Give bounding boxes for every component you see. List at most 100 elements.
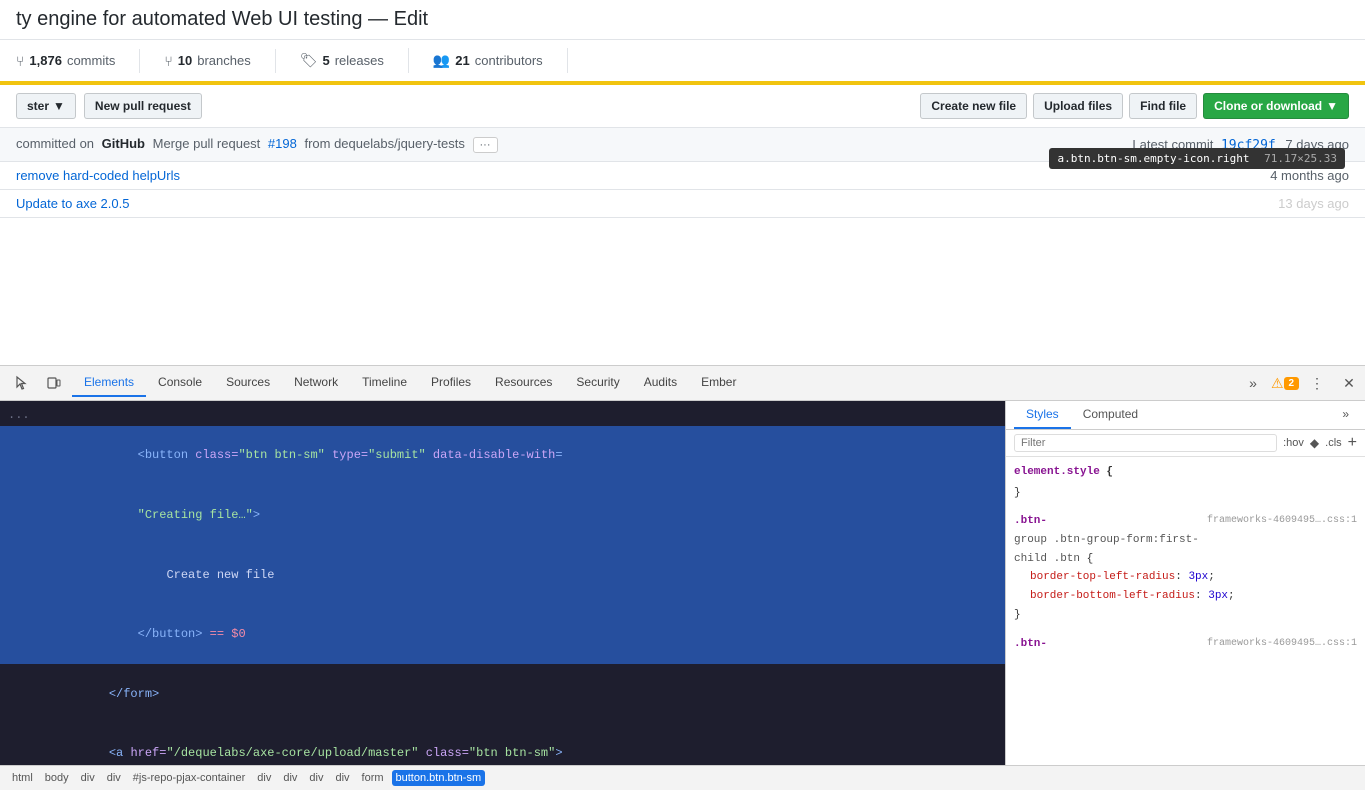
create-file-label: Create new file xyxy=(931,99,1016,113)
styles-tab-styles[interactable]: Styles xyxy=(1014,401,1071,429)
inspect-tools xyxy=(4,369,72,397)
find-file-button[interactable]: Find file xyxy=(1129,93,1197,119)
tab-timeline[interactable]: Timeline xyxy=(350,369,419,397)
upload-files-button[interactable]: Upload files xyxy=(1033,93,1123,119)
commit-info-left: committed on GitHub Merge pull request #… xyxy=(16,136,498,153)
style-source-2[interactable]: frameworks-4609495….css:1 xyxy=(1207,635,1357,652)
tab-security[interactable]: Security xyxy=(564,369,631,397)
file-time-2: 13 days ago xyxy=(1278,196,1349,211)
commit-ellipsis[interactable]: ··· xyxy=(473,137,498,153)
breadcrumb-div-1[interactable]: div xyxy=(77,770,99,786)
styles-tab-more[interactable]: » xyxy=(1334,401,1357,429)
style-prop-border-top: border-top-left-radius: 3px; xyxy=(1014,568,1357,587)
btn-selector-2: .btn- xyxy=(1014,635,1047,654)
pr-link[interactable]: #198 xyxy=(268,136,297,151)
more-options-button[interactable]: ⋮ xyxy=(1305,371,1329,395)
commits-stat[interactable]: ⑂ 1,876 commits xyxy=(0,49,140,73)
breadcrumb-form[interactable]: form xyxy=(358,770,388,786)
style-rule-btn-2: .btn- frameworks-4609495….css:1 xyxy=(1014,635,1357,656)
tab-ember[interactable]: Ember xyxy=(689,369,748,397)
style-prop-border-bottom: border-bottom-left-radius: 3px; xyxy=(1014,587,1357,606)
find-file-label: Find file xyxy=(1140,99,1186,113)
page-title: ty engine for automated Web UI testing —… xyxy=(0,0,1365,40)
breadcrumb-div-4[interactable]: div xyxy=(279,770,301,786)
clone-label: Clone or download xyxy=(1214,99,1322,113)
breadcrumb-html[interactable]: html xyxy=(8,770,37,786)
devtools-panel: Elements Console Sources Network Timelin… xyxy=(0,365,1365,790)
element-style-selector: element.style { xyxy=(1014,463,1357,482)
more-tabs-button[interactable]: » xyxy=(1241,371,1265,395)
styles-tab-computed[interactable]: Computed xyxy=(1071,401,1150,429)
branches-count: 10 xyxy=(178,53,192,68)
branches-label: branches xyxy=(197,53,250,68)
html-line-button-attr[interactable]: "Creating file…"> xyxy=(0,486,1005,546)
html-panel[interactable]: ... <button class="btn btn-sm" type="sub… xyxy=(0,401,1005,765)
close-devtools-button[interactable]: ✕ xyxy=(1337,371,1361,395)
html-line-upload-open: <a href="/dequelabs/axe-core/upload/mast… xyxy=(0,724,1005,765)
action-bar-left: ster ▼ New pull request xyxy=(16,93,912,119)
commit-prefix: committed on xyxy=(16,136,94,151)
clone-or-download-button[interactable]: Clone or download ▼ xyxy=(1203,93,1349,119)
filter-cls-button[interactable]: .cls xyxy=(1325,437,1342,449)
filter-hov-button[interactable]: :hov xyxy=(1283,437,1304,449)
tab-audits[interactable]: Audits xyxy=(632,369,689,397)
contributors-stat[interactable]: 👥 21 contributors xyxy=(409,48,568,73)
breadcrumb-body[interactable]: body xyxy=(41,770,73,786)
style-rule-element: element.style { } xyxy=(1014,463,1357,502)
breadcrumb-div-2[interactable]: div xyxy=(103,770,125,786)
branches-stat[interactable]: ⑂ 10 branches xyxy=(140,49,275,73)
warning-count: 2 xyxy=(1284,377,1300,390)
html-line-dots: ... xyxy=(0,405,1005,426)
releases-stat[interactable]: 🏷 5 releases xyxy=(276,48,409,73)
breadcrumb-button-selected[interactable]: button.btn.btn-sm xyxy=(392,770,486,786)
inspect-element-icon[interactable] xyxy=(8,369,36,397)
action-bar-right: Create new file Upload files Find file C… xyxy=(920,93,1349,119)
breadcrumb-js-repo[interactable]: #js-repo-pjax-container xyxy=(129,770,250,786)
breadcrumb-div-5[interactable]: div xyxy=(305,770,327,786)
html-line-button-open[interactable]: <button class="btn btn-sm" type="submit"… xyxy=(0,426,1005,486)
file-item-2: Update to axe 2.0.5 13 days ago xyxy=(0,190,1365,217)
tab-resources[interactable]: Resources xyxy=(483,369,564,397)
new-pull-request-button[interactable]: New pull request xyxy=(84,93,202,119)
devtools-tab-bar: Elements Console Sources Network Timelin… xyxy=(0,366,1365,401)
html-line-button-close[interactable]: </button> == $0 xyxy=(0,605,1005,665)
tab-profiles[interactable]: Profiles xyxy=(419,369,483,397)
tooltip-box: a.btn.btn-sm.empty-icon.right 71.17×25.3… xyxy=(1049,148,1345,169)
styles-tabs: Styles Computed » xyxy=(1006,401,1365,430)
tooltip-size: 71.17×25.33 xyxy=(1264,152,1337,165)
btn-group-selector: .btn- xyxy=(1014,515,1047,527)
file-time-1: 4 months ago xyxy=(1270,168,1349,183)
filter-diamond-button[interactable]: ◆ xyxy=(1310,436,1319,450)
file-name-2[interactable]: Update to axe 2.0.5 xyxy=(16,196,129,211)
devtools-breadcrumb: html body div div #js-repo-pjax-containe… xyxy=(0,765,1365,790)
repo-stats-bar: ⑂ 1,876 commits ⑂ 10 branches 🏷 5 releas… xyxy=(0,40,1365,85)
device-toolbar-icon[interactable] xyxy=(40,369,68,397)
clone-caret-icon: ▼ xyxy=(1326,99,1338,113)
releases-label: releases xyxy=(335,53,384,68)
filter-add-button[interactable]: + xyxy=(1348,434,1357,452)
branch-label: ster xyxy=(27,99,49,113)
file-name-1[interactable]: remove hard-coded helpUrls xyxy=(16,168,180,183)
element-style-close: } xyxy=(1014,484,1357,503)
tab-sources[interactable]: Sources xyxy=(214,369,282,397)
branch-button[interactable]: ster ▼ xyxy=(16,93,76,119)
breadcrumb-div-3[interactable]: div xyxy=(253,770,275,786)
action-bar: ster ▼ New pull request Create new file … xyxy=(0,85,1365,128)
create-new-file-button[interactable]: Create new file xyxy=(920,93,1027,119)
tab-console[interactable]: Console xyxy=(146,369,214,397)
contributors-label: contributors xyxy=(475,53,543,68)
commits-count: 1,876 xyxy=(29,53,62,68)
breadcrumb-div-6[interactable]: div xyxy=(331,770,353,786)
devtools-main: ... <button class="btn btn-sm" type="sub… xyxy=(0,401,1365,765)
devtools-tab-icons: » ⚠ 2 ⋮ ✕ xyxy=(1241,371,1361,395)
tab-network[interactable]: Network xyxy=(282,369,350,397)
branch-caret-icon: ▼ xyxy=(53,99,65,113)
warning-badge[interactable]: ⚠ 2 xyxy=(1273,371,1297,395)
styles-filter-input[interactable] xyxy=(1014,434,1277,452)
tab-elements[interactable]: Elements xyxy=(72,369,146,397)
style-group-text: group .btn-group-form:first- xyxy=(1014,531,1357,550)
releases-count: 5 xyxy=(322,53,329,68)
style-source-1[interactable]: frameworks-4609495….css:1 xyxy=(1207,512,1357,529)
commits-icon: ⑂ xyxy=(16,53,24,69)
html-line-button-text[interactable]: Create new file xyxy=(0,545,1005,605)
